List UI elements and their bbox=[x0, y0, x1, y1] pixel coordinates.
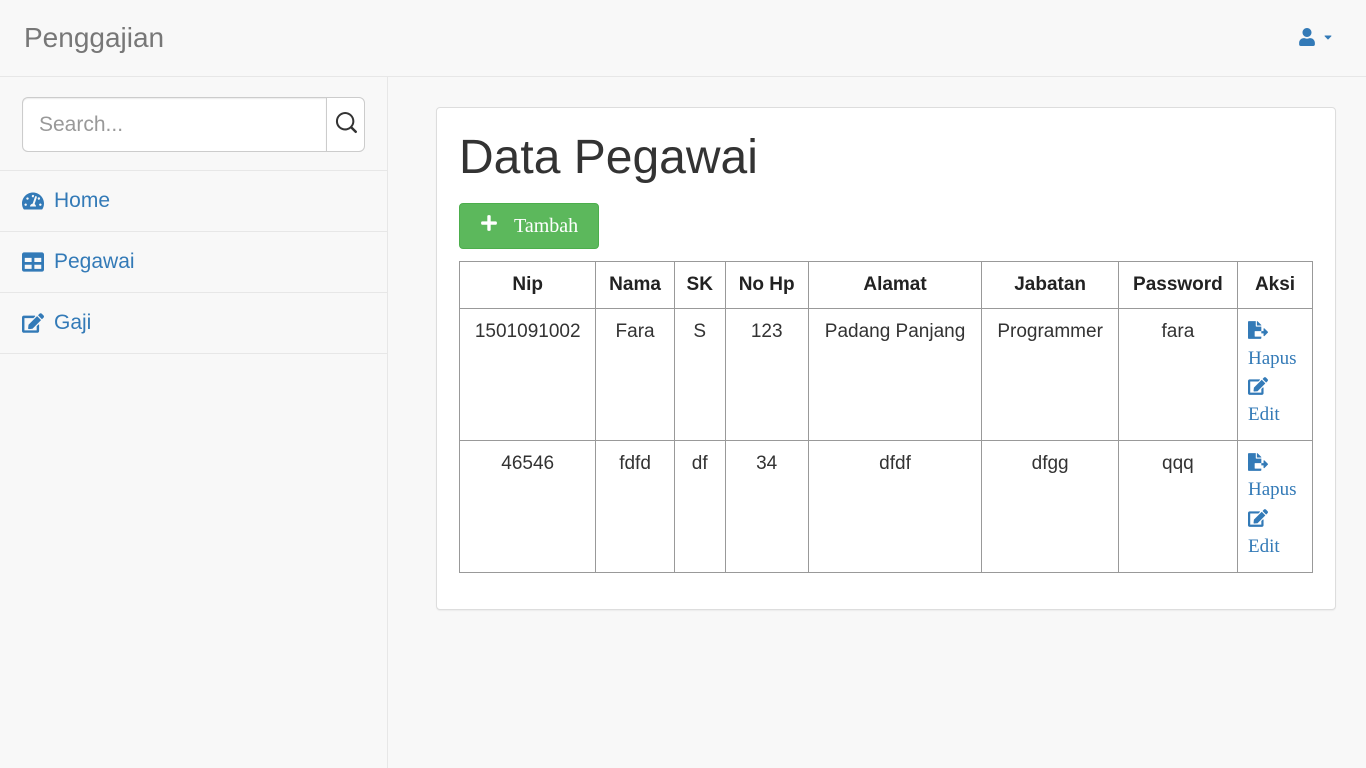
dashboard-icon bbox=[22, 190, 44, 212]
th-aksi: Aksi bbox=[1238, 262, 1313, 309]
table-row: 46546fdfddf34dfdfdfggqqq Hapus Edit bbox=[460, 440, 1313, 572]
cell-nip: 46546 bbox=[460, 440, 596, 572]
caret-down-icon bbox=[1322, 30, 1334, 46]
cell-password: fara bbox=[1118, 309, 1237, 441]
cell-nama: fdfd bbox=[596, 440, 674, 572]
add-button[interactable]: Tambah bbox=[459, 203, 599, 249]
cell-nohp: 123 bbox=[725, 309, 808, 441]
cell-password: qqq bbox=[1118, 440, 1237, 572]
topbar: Penggajian bbox=[0, 0, 1366, 77]
cell-nohp: 34 bbox=[725, 440, 808, 572]
edit-link[interactable]: Edit bbox=[1248, 377, 1302, 427]
plus-icon bbox=[480, 214, 498, 238]
cell-nama: Fara bbox=[596, 309, 674, 441]
sidebar-item-pegawai[interactable]: Pegawai bbox=[0, 232, 387, 292]
cell-alamat: dfdf bbox=[808, 440, 982, 572]
nav-list: Home Pegawai Gaji bbox=[0, 170, 387, 354]
table-row: 1501091002FaraS123Padang PanjangProgramm… bbox=[460, 309, 1313, 441]
panel: Data Pegawai Tambah Nip Nama SK No Hp Al… bbox=[436, 107, 1336, 610]
delete-label: Hapus bbox=[1248, 478, 1297, 503]
sidebar-item-gaji[interactable]: Gaji bbox=[0, 293, 387, 353]
cell-jabatan: dfgg bbox=[982, 440, 1118, 572]
sidebar: Home Pegawai Gaji bbox=[0, 77, 388, 768]
data-table: Nip Nama SK No Hp Alamat Jabatan Passwor… bbox=[459, 261, 1313, 573]
sidebar-item-home[interactable]: Home bbox=[0, 171, 387, 231]
app-brand: Penggajian bbox=[24, 22, 164, 54]
th-jabatan: Jabatan bbox=[982, 262, 1118, 309]
th-nip: Nip bbox=[460, 262, 596, 309]
delete-icon bbox=[1248, 321, 1268, 347]
cell-aksi: Hapus Edit bbox=[1238, 440, 1313, 572]
cell-aksi: Hapus Edit bbox=[1238, 309, 1313, 441]
sidebar-item-label: Home bbox=[54, 189, 110, 213]
edit-link[interactable]: Edit bbox=[1248, 509, 1302, 559]
th-nama: Nama bbox=[596, 262, 674, 309]
edit-label: Edit bbox=[1248, 535, 1280, 560]
delete-link[interactable]: Hapus bbox=[1248, 453, 1302, 503]
cell-alamat: Padang Panjang bbox=[808, 309, 982, 441]
search-group bbox=[22, 97, 365, 152]
th-password: Password bbox=[1118, 262, 1237, 309]
search-icon bbox=[335, 112, 357, 137]
add-button-label: Tambah bbox=[514, 215, 578, 238]
edit-action-icon bbox=[1248, 509, 1268, 535]
page-title: Data Pegawai bbox=[459, 130, 1313, 185]
th-alamat: Alamat bbox=[808, 262, 982, 309]
sidebar-item-label: Pegawai bbox=[54, 250, 135, 274]
edit-action-icon bbox=[1248, 377, 1268, 403]
user-icon bbox=[1298, 28, 1316, 49]
user-menu[interactable] bbox=[1286, 20, 1346, 57]
sidebar-item-label: Gaji bbox=[54, 311, 91, 335]
th-nohp: No Hp bbox=[725, 262, 808, 309]
table-icon bbox=[22, 251, 44, 273]
main-content: Data Pegawai Tambah Nip Nama SK No Hp Al… bbox=[388, 77, 1366, 640]
edit-icon bbox=[22, 312, 44, 334]
edit-label: Edit bbox=[1248, 403, 1280, 428]
th-sk: SK bbox=[674, 262, 725, 309]
search-button[interactable] bbox=[326, 97, 365, 152]
delete-link[interactable]: Hapus bbox=[1248, 321, 1302, 371]
cell-sk: S bbox=[674, 309, 725, 441]
cell-sk: df bbox=[674, 440, 725, 572]
search-input[interactable] bbox=[22, 97, 326, 152]
table-header-row: Nip Nama SK No Hp Alamat Jabatan Passwor… bbox=[460, 262, 1313, 309]
delete-label: Hapus bbox=[1248, 347, 1297, 372]
delete-icon bbox=[1248, 453, 1268, 479]
cell-jabatan: Programmer bbox=[982, 309, 1118, 441]
cell-nip: 1501091002 bbox=[460, 309, 596, 441]
